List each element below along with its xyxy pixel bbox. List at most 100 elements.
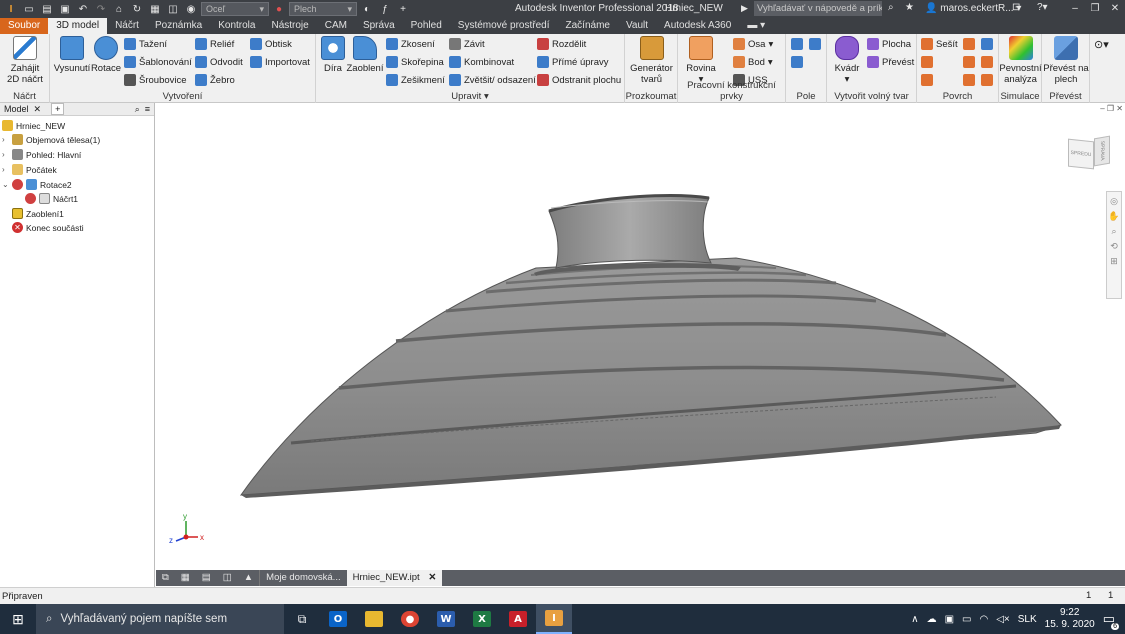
viewport-window-controls[interactable]: – ❐ ✕ — [1100, 104, 1123, 113]
tile-view-icon[interactable]: ⧉ — [156, 570, 175, 586]
stress-analysis-button[interactable]: Pevnostní analýza — [999, 36, 1042, 85]
start-2d-sketch-button[interactable]: Zahájit 2D náčrt — [4, 36, 46, 85]
steering-wheel-icon[interactable]: ◎ — [1110, 196, 1118, 207]
windows-start-icon[interactable]: ⊞ — [0, 604, 36, 634]
decal-button[interactable]: Obtisk — [250, 37, 292, 51]
chrome-app[interactable]: ● — [392, 604, 428, 634]
arrange-icon[interactable]: ▦ — [175, 570, 196, 586]
replace-face-icon[interactable] — [963, 56, 975, 68]
hole-button[interactable]: Díra — [318, 36, 348, 74]
star-icon[interactable]: ★ — [905, 2, 914, 13]
chevron-right-icon[interactable]: › — [2, 135, 9, 144]
graphics-viewport[interactable]: x z y SPREDU SPRAVA ◎ ✋ ⌕ ⟲ ⊞ – ❐ ✕ — [156, 103, 1125, 570]
pan-icon[interactable]: ✋ — [1108, 211, 1119, 222]
measure-icon[interactable]: ◫ — [165, 2, 181, 16]
ribbon-options-icon[interactable]: ▬ ▾ — [739, 18, 773, 34]
tab-vault[interactable]: Vault — [618, 18, 656, 34]
chevron-up-icon[interactable]: ∧ — [911, 614, 918, 625]
home-icon[interactable]: ⌂ — [111, 2, 127, 16]
close-icon[interactable]: ✕ — [1105, 0, 1125, 18]
combine-button[interactable]: Kombinovat — [449, 55, 514, 69]
network-icon[interactable]: ▭ — [962, 614, 971, 625]
tab-poznamka[interactable]: Poznámka — [147, 18, 210, 34]
thicken-button[interactable]: Zvětšit/ odsazení — [449, 73, 536, 87]
clock[interactable]: 9:22 15. 9. 2020 — [1045, 607, 1095, 631]
draft-button[interactable]: Zešikmení — [386, 73, 445, 87]
patch-icon[interactable] — [921, 56, 933, 68]
viewcube-right-face[interactable]: SPRAVA — [1094, 135, 1110, 167]
update-icon[interactable]: ↻ — [129, 2, 145, 16]
shell-button[interactable]: Skořepina — [386, 55, 444, 69]
word-app[interactable]: W — [428, 604, 464, 634]
minimize-icon[interactable]: – — [1065, 0, 1085, 18]
shape-generator-button[interactable]: Generátor tvarů — [627, 36, 676, 85]
close-icon[interactable]: ✕ — [34, 104, 42, 115]
fx-icon[interactable]: ƒ — [377, 2, 393, 16]
cart-icon[interactable]: ⊡ — [1012, 2, 1020, 13]
direct-edit-button[interactable]: Přímé úpravy — [537, 55, 609, 69]
wifi-icon[interactable]: ◠ — [979, 614, 988, 625]
loft-button[interactable]: Šablonování — [124, 55, 192, 69]
fit-mesh-icon[interactable] — [981, 74, 993, 86]
user-account[interactable]: 👤 maros.eckertR... ▾ — [925, 3, 1021, 14]
help-icon[interactable]: ?▾ — [1037, 2, 1048, 13]
vertical-split-icon[interactable]: ◫ — [217, 570, 238, 586]
ruled-surface-icon[interactable] — [963, 74, 975, 86]
pot-lid-model[interactable]: x z y — [156, 103, 1125, 570]
tab-home[interactable]: Moje domovská... — [259, 570, 346, 586]
rectangular-pattern-icon[interactable] — [791, 38, 803, 50]
rib-button[interactable]: Žebro — [195, 73, 235, 87]
binoculars-icon[interactable]: ⌕ — [888, 2, 894, 13]
chevron-right-icon[interactable]: › — [2, 165, 9, 174]
import-button[interactable]: Importovat — [250, 55, 310, 69]
derive-button[interactable]: Odvodit — [195, 55, 243, 69]
close-icon[interactable]: ✕ — [428, 572, 436, 583]
emboss-button[interactable]: Reliéf — [195, 37, 234, 51]
orbit-icon[interactable]: ⟲ — [1110, 241, 1118, 252]
tab-pohled[interactable]: Pohled — [403, 18, 450, 34]
mirror-icon[interactable] — [809, 38, 821, 50]
convert-to-sheet-metal-button[interactable]: Převést na plech — [1042, 36, 1090, 85]
tree-item-solid-bodies[interactable]: › Objemová tělesa(1) — [2, 133, 100, 146]
point-button[interactable]: Bod ▾ — [733, 55, 773, 69]
notification-center[interactable]: ▭ 6 — [1103, 611, 1119, 630]
add-tab-icon[interactable]: + — [51, 103, 65, 115]
tab-nastroje[interactable]: Nástroje — [263, 18, 316, 34]
chevron-down-icon[interactable]: ⌄ — [2, 180, 9, 189]
face-freeform-button[interactable]: Plocha — [867, 37, 911, 51]
display-icon[interactable]: ▣ — [945, 614, 954, 625]
tab-soubor[interactable]: Soubor — [0, 18, 49, 34]
open-file-icon[interactable]: ▤ — [39, 2, 55, 16]
split-button[interactable]: Rozdělit — [537, 37, 586, 51]
color-icon[interactable]: ◉ — [183, 2, 199, 16]
extend-icon[interactable] — [981, 38, 993, 50]
panel-title-upravit[interactable]: Upravit ▾ — [316, 91, 624, 102]
sculpt-icon[interactable] — [921, 74, 933, 86]
tree-item-sketch[interactable]: Náčrt1 — [25, 192, 78, 205]
restore-icon[interactable]: ❐ — [1085, 0, 1105, 18]
tab-active-document[interactable]: Hrniec_NEW.ipt ✕ — [346, 570, 443, 586]
autocad-app[interactable]: A — [500, 604, 536, 634]
tree-item-part[interactable]: Hrniec_NEW — [2, 119, 65, 132]
horizontal-split-icon[interactable]: ▤ — [196, 570, 217, 586]
redo-icon[interactable]: ↷ — [93, 2, 109, 16]
convert-freeform-button[interactable]: Převést — [867, 55, 914, 69]
chevron-right-icon[interactable]: › — [2, 150, 9, 159]
axis-button[interactable]: Osa ▾ — [733, 37, 773, 51]
inventor-logo-icon[interactable]: I — [3, 2, 19, 16]
tree-item-revolve[interactable]: ⌄ Rotace2 — [2, 178, 72, 191]
viewcube[interactable]: SPREDU SPRAVA — [1068, 135, 1112, 170]
tab-list-icon[interactable]: ▲ — [238, 570, 259, 586]
tab-3d-model[interactable]: 3D model — [48, 18, 108, 34]
coil-button[interactable]: Šroubovice — [124, 73, 187, 87]
undo-icon[interactable]: ↶ — [75, 2, 91, 16]
browser-tab-model[interactable]: Model — [4, 104, 29, 114]
tree-item-origin[interactable]: › Počátek — [2, 163, 57, 176]
style-dropdown[interactable]: Plech ▾ — [289, 2, 357, 16]
tab-zaciname[interactable]: Začínáme — [558, 18, 618, 34]
fillet-button[interactable]: Zaoblení — [346, 36, 384, 74]
outlook-app[interactable]: O — [320, 604, 356, 634]
search-icon[interactable]: ⌕ — [135, 104, 140, 115]
help-search-input[interactable]: Vyhľadávať v nápovedě a príkaz — [754, 1, 882, 16]
tree-item-view[interactable]: › Pohled: Hlavní — [2, 148, 81, 161]
